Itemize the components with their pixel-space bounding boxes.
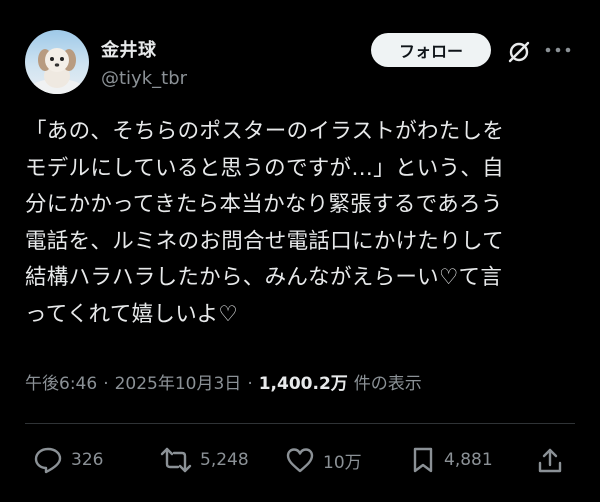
repost-icon xyxy=(160,447,192,473)
grok-icon[interactable] xyxy=(507,40,531,64)
bookmark-button[interactable]: 4,881 xyxy=(410,446,493,474)
repost-count: 5,248 xyxy=(200,450,249,470)
tweet-text-line: 電話を、ルミネのお問合せ電話口にかけたりして xyxy=(25,228,504,254)
reply-icon xyxy=(34,447,62,474)
like-button[interactable]: 10万 xyxy=(285,446,362,474)
views-count[interactable]: 1,400.2万 xyxy=(259,369,348,394)
reply-count: 326 xyxy=(71,450,104,470)
tweet-text-line: 「あの、そちらのポスターのイラストがわたしを xyxy=(25,119,505,144)
more-icon[interactable] xyxy=(545,46,571,54)
follow-button[interactable]: フォロー xyxy=(371,33,491,67)
tweet-text-line: 分にかかってきたら本当かなり緊張するであろう xyxy=(25,192,503,217)
share-button[interactable] xyxy=(537,446,563,474)
reply-button[interactable]: 326 xyxy=(33,446,103,474)
tweet-text-line: モデルにしていると思うのですが…」という、自 xyxy=(25,155,504,181)
tweet-time[interactable]: 午後6:46 xyxy=(25,369,97,394)
bookmark-icon xyxy=(413,447,433,473)
tweet-text: 「あの、そちらのポスターのイラストがわたしを モデルにしていると思うのですが…」… xyxy=(25,114,585,333)
bookmark-count: 4,881 xyxy=(444,450,493,470)
tweet-text-line: 結構ハラハラしたから、みんながえらーい♡て言 xyxy=(25,265,503,290)
repost-button[interactable]: 5,248 xyxy=(160,446,249,474)
avatar[interactable] xyxy=(25,30,89,94)
tweet-text-line: ってくれて嬉しいよ♡ xyxy=(25,301,238,327)
user-handle[interactable]: @tiyk_tbr xyxy=(101,68,187,89)
tweet-meta: 午後6:46 · 2025年10月3日 · 1,400.2万 件の表示 xyxy=(25,369,422,394)
views-label: 件の表示 xyxy=(353,374,422,394)
divider xyxy=(25,423,575,424)
meta-separator: · xyxy=(103,374,109,394)
share-icon xyxy=(538,448,562,473)
heart-icon xyxy=(286,448,314,473)
dog-avatar-icon xyxy=(31,48,83,94)
tweet-date[interactable]: 2025年10月3日 xyxy=(115,369,242,394)
like-count: 10万 xyxy=(323,452,362,473)
display-name[interactable]: 金井球 xyxy=(101,36,157,62)
meta-separator: · xyxy=(247,374,253,394)
